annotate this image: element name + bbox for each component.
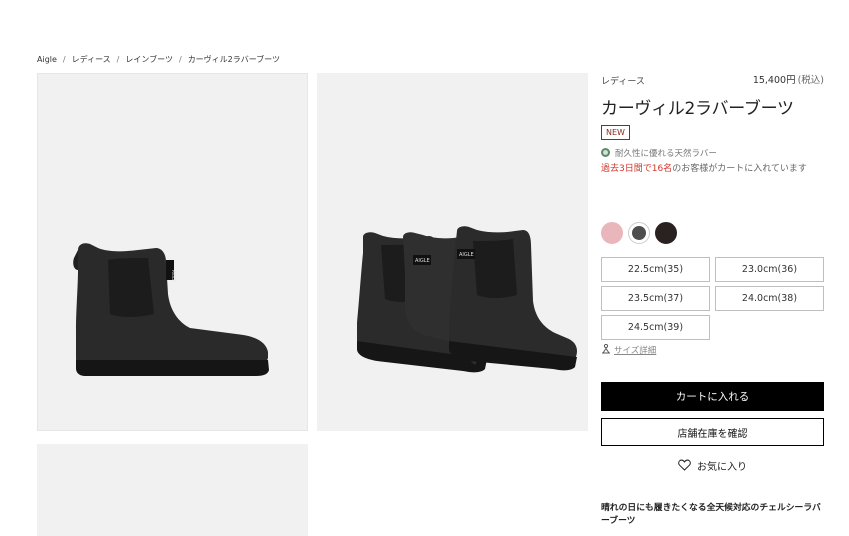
- product-image-front[interactable]: AIGLE AIGLE: [317, 73, 588, 431]
- size-option[interactable]: 24.5cm(39): [601, 315, 710, 340]
- product-title: カーヴィル2ラバーブーツ: [601, 99, 794, 119]
- product-image-side[interactable]: AIGLE: [37, 73, 308, 431]
- size-option[interactable]: 23.5cm(37): [601, 286, 710, 311]
- product-price: 15,400円 (税込): [753, 72, 824, 86]
- favorite-button[interactable]: お気に入り: [601, 456, 824, 474]
- cart-activity-text: のお客様がカートに入れています: [672, 164, 807, 174]
- check-store-stock-button[interactable]: 店舗在庫を確認: [601, 418, 824, 446]
- feature-tag: 耐久性に優れる天然ラバー: [601, 147, 717, 159]
- breadcrumb-separator: /: [62, 55, 66, 64]
- product-description: 晴れの日にも履きたくなる全天候対応のチェルシーラバーブーツ: [601, 503, 821, 526]
- boot-logo-text: AIGLE: [171, 270, 176, 282]
- leaf-icon: [601, 148, 610, 157]
- breadcrumb-separator: /: [116, 55, 120, 64]
- breadcrumb: Aigle / レディース / レインブーツ / カーヴィル2ラバーブーツ: [37, 54, 280, 65]
- size-guide-label: サイズ詳細: [614, 346, 657, 356]
- breadcrumb-item-brand[interactable]: Aigle: [37, 55, 57, 64]
- size-option[interactable]: 24.0cm(38): [715, 286, 824, 311]
- breadcrumb-item-current: カーヴィル2ラバーブーツ: [187, 55, 281, 64]
- size-option[interactable]: 22.5cm(35): [601, 257, 710, 282]
- boot-pair-illustration: AIGLE AIGLE: [357, 226, 577, 373]
- size-guide-link[interactable]: サイズ詳細: [601, 343, 657, 356]
- product-image-third[interactable]: [37, 444, 308, 536]
- product-category: レディース: [601, 77, 645, 87]
- breadcrumb-separator: /: [178, 55, 182, 64]
- cart-activity-highlight: 過去3日間で16名: [601, 164, 673, 174]
- add-to-cart-button[interactable]: カートに入れる: [601, 382, 824, 411]
- price-value: 15,400円: [752, 75, 796, 86]
- boot-side-illustration: AIGLE: [73, 243, 269, 376]
- boot-logo-text: AIGLE: [415, 258, 430, 264]
- heart-icon: [678, 459, 691, 471]
- cart-activity-notice: 過去3日間で16名のお客様がカートに入れています: [601, 162, 824, 176]
- breadcrumb-item-rainboots[interactable]: レインブーツ: [125, 54, 173, 65]
- size-option[interactable]: 23.0cm(36): [715, 257, 824, 282]
- person-ruler-icon: [602, 343, 610, 354]
- color-swatch-pink[interactable]: [601, 222, 623, 244]
- breadcrumb-item-ladies[interactable]: レディース: [72, 54, 111, 65]
- color-swatches: [601, 222, 677, 244]
- color-swatch-black[interactable]: [655, 222, 677, 244]
- new-badge: NEW: [601, 125, 630, 140]
- feature-text: 耐久性に優れる天然ラバー: [615, 149, 717, 159]
- favorite-label: お気に入り: [697, 461, 747, 473]
- price-tax-label: (税込): [797, 75, 824, 86]
- color-swatch-gray[interactable]: [628, 222, 650, 244]
- boot-logo-text: AIGLE: [459, 252, 474, 258]
